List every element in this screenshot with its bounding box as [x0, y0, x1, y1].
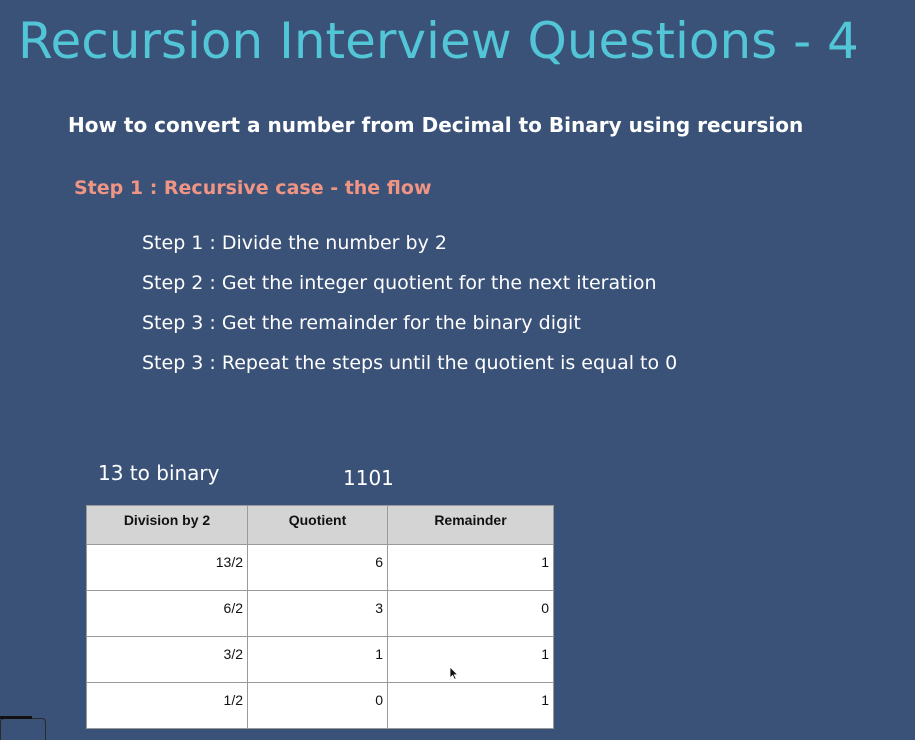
cell-quotient: 0 — [247, 682, 388, 729]
slide-title: Recursion Interview Questions - 4 — [18, 12, 859, 70]
cell-division: 1/2 — [86, 682, 248, 729]
cell-division: 13/2 — [86, 544, 248, 591]
cell-division: 3/2 — [86, 636, 248, 683]
step-item: Step 3 : Repeat the steps until the quot… — [142, 352, 678, 374]
cell-remainder: 0 — [387, 590, 554, 637]
example-label: 13 to binary — [98, 461, 220, 485]
slide-subtitle: How to convert a number from Decimal to … — [68, 113, 804, 137]
table-row: 13/2 6 1 — [86, 544, 554, 591]
example-result: 1101 — [343, 466, 394, 490]
table-row: 6/2 3 0 — [86, 590, 554, 637]
cell-quotient: 6 — [247, 544, 388, 591]
corner-line — [0, 716, 32, 719]
table-row: 3/2 1 1 — [86, 636, 554, 683]
conversion-table: Division by 2 Quotient Remainder 13/2 6 … — [86, 505, 554, 729]
step-item: Step 2 : Get the integer quotient for th… — [142, 272, 657, 294]
corner-frame — [0, 718, 46, 740]
column-header-quotient: Quotient — [247, 505, 388, 545]
cell-division: 6/2 — [86, 590, 248, 637]
table-header-row: Division by 2 Quotient Remainder — [86, 505, 554, 545]
cell-remainder: 1 — [387, 544, 554, 591]
mouse-pointer-icon — [449, 666, 459, 680]
steps-list: Step 1 : Divide the number by 2 Step 2 :… — [142, 229, 677, 389]
cell-remainder: 1 — [387, 636, 554, 683]
column-header-division: Division by 2 — [86, 505, 248, 545]
cell-quotient: 1 — [247, 636, 388, 683]
step-item: Step 1 : Divide the number by 2 — [142, 232, 447, 254]
cell-remainder: 1 — [387, 682, 554, 729]
cell-quotient: 3 — [247, 590, 388, 637]
step-heading: Step 1 : Recursive case - the flow — [74, 177, 432, 199]
column-header-remainder: Remainder — [387, 505, 554, 545]
step-item: Step 3 : Get the remainder for the binar… — [142, 312, 581, 334]
table-row: 1/2 0 1 — [86, 682, 554, 729]
